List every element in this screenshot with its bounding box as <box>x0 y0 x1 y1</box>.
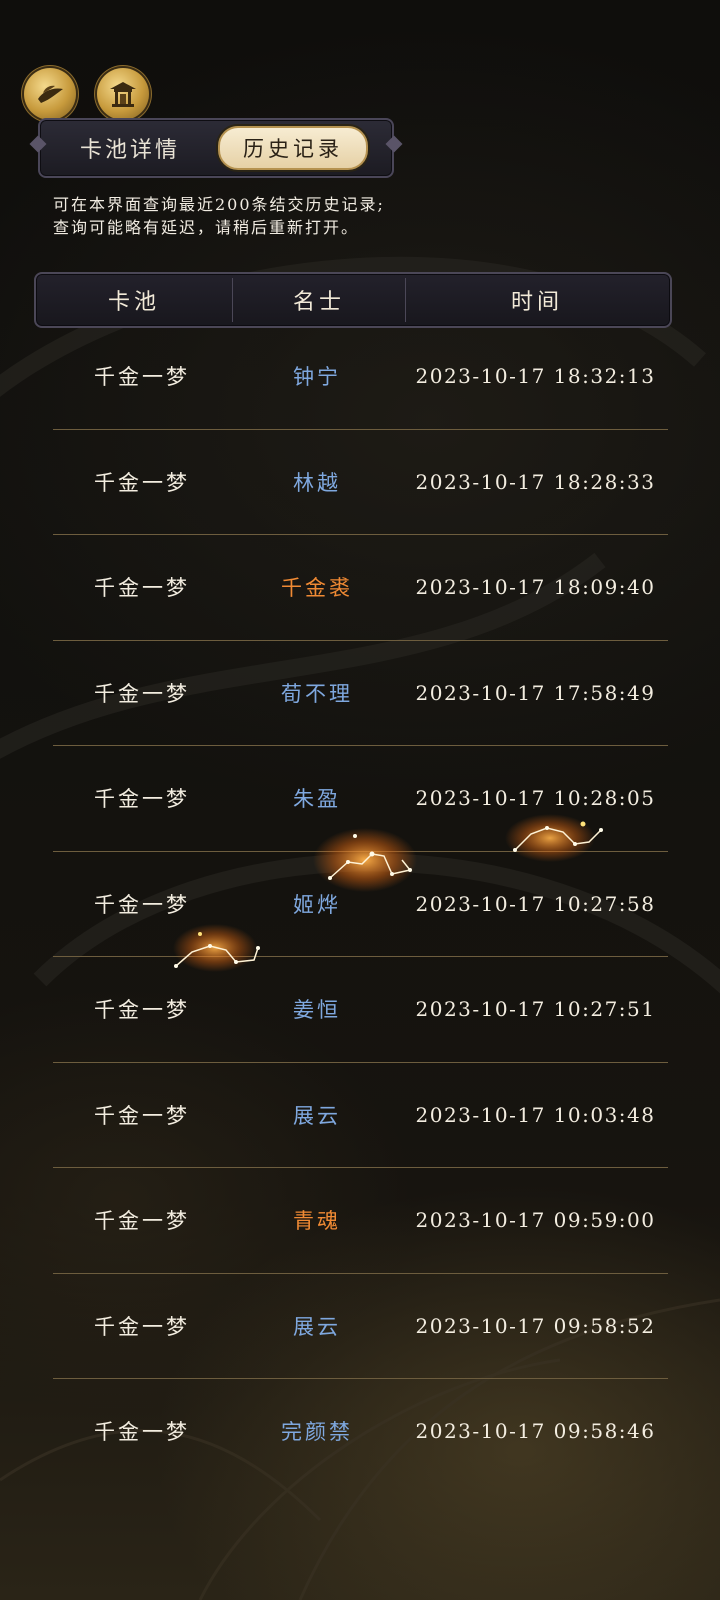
time-cell: 2023-10-17 10:28:05 <box>415 786 656 810</box>
pool-cell: 千金一梦 <box>94 998 190 1022</box>
pool-cell: 千金一梦 <box>94 1209 190 1233</box>
time-cell: 2023-10-17 18:28:33 <box>415 469 656 494</box>
time-cell: 2023-10-17 10:27:58 <box>415 891 656 916</box>
history-notice: 可在本界面查询最近200条结交历史记录; 查询可能略有延迟，请稍后重新打开。 <box>53 193 673 239</box>
pool-cell: 千金一梦 <box>94 1314 190 1339</box>
pool-cell: 千金一梦 <box>94 787 190 811</box>
character-name-cell: 展云 <box>293 1103 341 1128</box>
table-row: 千金一梦 姜恒 2023-10-17 10:27:51 <box>53 957 668 1063</box>
character-name-cell: 钟宁 <box>293 365 341 389</box>
lotus-hand-icon <box>38 85 63 103</box>
time-cell: 2023-10-17 09:59:00 <box>415 1208 656 1232</box>
time-cell: 2023-10-17 18:32:13 <box>415 364 656 388</box>
table-row: 千金一梦 展云 2023-10-17 09:58:52 <box>53 1274 668 1379</box>
tab-history[interactable]: 历史记录 <box>218 126 368 170</box>
header-time: 时间 <box>510 290 563 315</box>
table-row: 千金一梦 展云 2023-10-17 10:03:48 <box>53 1063 668 1168</box>
time-cell: 2023-10-17 18:09:40 <box>415 575 656 599</box>
pavilion-button[interactable] <box>97 68 149 120</box>
header-name: 名士 <box>292 290 345 315</box>
character-name-cell: 青魂 <box>293 1209 341 1233</box>
pool-cell: 千金一梦 <box>94 892 190 917</box>
table-row: 千金一梦 钟宁 2023-10-17 18:32:13 <box>53 324 668 430</box>
notice-line-2: 查询可能略有延迟，请稍后重新打开。 <box>53 218 360 237</box>
tab-bar: 卡池详情 历史记录 <box>38 118 394 178</box>
character-name-cell: 完颜禁 <box>281 1420 353 1444</box>
table-row: 千金一梦 青魂 2023-10-17 09:59:00 <box>53 1168 668 1274</box>
table-header: 卡池 名士 时间 <box>34 272 672 328</box>
time-cell: 2023-10-17 17:58:49 <box>415 680 656 705</box>
time-cell: 2023-10-17 09:58:52 <box>415 1313 656 1338</box>
lotus-hand-button[interactable] <box>24 68 76 120</box>
pool-cell: 千金一梦 <box>94 576 190 600</box>
notice-line-1: 可在本界面查询最近200条结交历史记录; <box>53 195 385 214</box>
pavilion-icon <box>110 82 136 107</box>
character-name-cell: 朱盈 <box>293 787 341 811</box>
table-row: 千金一梦 林越 2023-10-17 18:28:33 <box>53 430 668 535</box>
character-name-cell: 林越 <box>293 470 341 495</box>
character-name-cell: 姬烨 <box>293 892 341 917</box>
table-row: 千金一梦 姬烨 2023-10-17 10:27:58 <box>53 852 668 957</box>
header-pool: 卡池 <box>107 290 160 315</box>
time-cell: 2023-10-17 10:03:48 <box>415 1102 656 1127</box>
table-row: 千金一梦 完颜禁 2023-10-17 09:58:46 <box>53 1379 668 1485</box>
table-row: 千金一梦 荀不理 2023-10-17 17:58:49 <box>53 641 668 746</box>
time-cell: 2023-10-17 10:27:51 <box>415 997 656 1021</box>
pool-cell: 千金一梦 <box>94 365 190 389</box>
character-name-cell: 姜恒 <box>293 998 341 1022</box>
table-row: 千金一梦 千金裘 2023-10-17 18:09:40 <box>53 535 668 641</box>
pool-cell: 千金一梦 <box>94 1103 190 1128</box>
character-name-cell: 荀不理 <box>281 681 353 706</box>
pool-cell: 千金一梦 <box>94 470 190 495</box>
pool-cell: 千金一梦 <box>94 681 190 706</box>
character-name-cell: 展云 <box>293 1314 341 1339</box>
table-row: 千金一梦 朱盈 2023-10-17 10:28:05 <box>53 746 668 852</box>
history-list[interactable]: 千金一梦 钟宁 2023-10-17 18:32:13 千金一梦 林越 2023… <box>53 324 668 1485</box>
pool-cell: 千金一梦 <box>94 1420 190 1444</box>
time-cell: 2023-10-17 09:58:46 <box>415 1419 656 1443</box>
character-name-cell: 千金裘 <box>281 576 353 600</box>
tab-pool-details[interactable]: 卡池详情 <box>80 132 180 164</box>
